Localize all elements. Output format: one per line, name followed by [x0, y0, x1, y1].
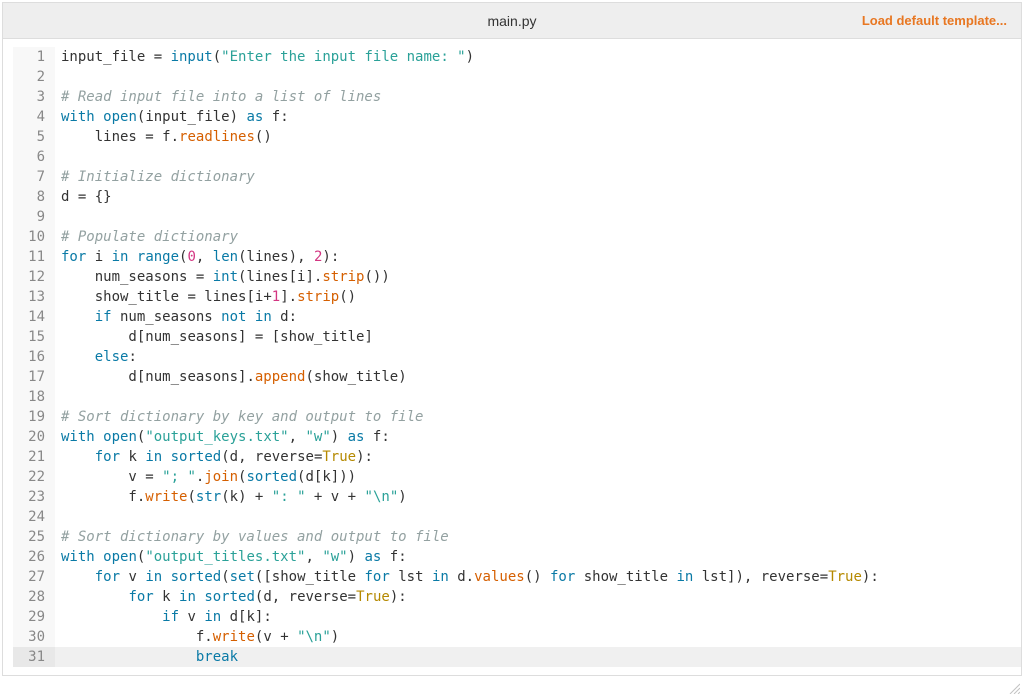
code-line[interactable]: 31 break: [13, 647, 1021, 667]
code-line[interactable]: 6: [13, 147, 1021, 167]
line-number: 11: [13, 247, 55, 267]
code-line[interactable]: 21 for k in sorted(d, reverse=True):: [13, 447, 1021, 467]
code-line[interactable]: 16 else:: [13, 347, 1021, 367]
code-content[interactable]: if num_seasons not in d:: [55, 307, 1021, 327]
code-content[interactable]: # Sort dictionary by values and output t…: [55, 527, 1021, 547]
code-content[interactable]: for i in range(0, len(lines), 2):: [55, 247, 1021, 267]
code-line[interactable]: 18: [13, 387, 1021, 407]
line-number: 8: [13, 187, 55, 207]
file-title: main.py: [487, 13, 536, 29]
code-content[interactable]: d = {}: [55, 187, 1021, 207]
editor-container: main.py Load default template... 1input_…: [2, 2, 1022, 676]
resize-handle-icon[interactable]: [1008, 682, 1020, 694]
code-line[interactable]: 20with open("output_keys.txt", "w") as f…: [13, 427, 1021, 447]
code-line[interactable]: 23 f.write(str(k) + ": " + v + "\n"): [13, 487, 1021, 507]
line-number: 4: [13, 107, 55, 127]
line-number: 25: [13, 527, 55, 547]
line-number: 31: [13, 647, 55, 667]
code-line[interactable]: 28 for k in sorted(d, reverse=True):: [13, 587, 1021, 607]
line-number: 7: [13, 167, 55, 187]
line-number: 22: [13, 467, 55, 487]
code-content[interactable]: # Initialize dictionary: [55, 167, 1021, 187]
code-content[interactable]: f.write(v + "\n"): [55, 627, 1021, 647]
line-number: 3: [13, 87, 55, 107]
code-line[interactable]: 27 for v in sorted(set([show_title for l…: [13, 567, 1021, 587]
code-line[interactable]: 12 num_seasons = int(lines[i].strip()): [13, 267, 1021, 287]
code-content[interactable]: # Populate dictionary: [55, 227, 1021, 247]
code-content[interactable]: # Sort dictionary by key and output to f…: [55, 407, 1021, 427]
line-number: 26: [13, 547, 55, 567]
code-line[interactable]: 17 d[num_seasons].append(show_title): [13, 367, 1021, 387]
line-number: 10: [13, 227, 55, 247]
code-content[interactable]: for k in sorted(d, reverse=True):: [55, 587, 1021, 607]
code-line[interactable]: 14 if num_seasons not in d:: [13, 307, 1021, 327]
line-number: 16: [13, 347, 55, 367]
line-number: 24: [13, 507, 55, 527]
code-line[interactable]: 30 f.write(v + "\n"): [13, 627, 1021, 647]
editor-body: 1input_file = input("Enter the input fil…: [3, 39, 1021, 675]
code-content[interactable]: num_seasons = int(lines[i].strip()): [55, 267, 1021, 287]
line-number: 27: [13, 567, 55, 587]
line-number: 28: [13, 587, 55, 607]
line-number: 5: [13, 127, 55, 147]
code-line[interactable]: 9: [13, 207, 1021, 227]
line-number: 20: [13, 427, 55, 447]
code-line[interactable]: 11for i in range(0, len(lines), 2):: [13, 247, 1021, 267]
code-content[interactable]: show_title = lines[i+1].strip(): [55, 287, 1021, 307]
code-content[interactable]: else:: [55, 347, 1021, 367]
code-line[interactable]: 25# Sort dictionary by values and output…: [13, 527, 1021, 547]
line-number: 30: [13, 627, 55, 647]
code-line[interactable]: 22 v = "; ".join(sorted(d[k])): [13, 467, 1021, 487]
code-content[interactable]: lines = f.readlines(): [55, 127, 1021, 147]
code-line[interactable]: 1input_file = input("Enter the input fil…: [13, 47, 1021, 67]
line-number: 21: [13, 447, 55, 467]
code-content[interactable]: for k in sorted(d, reverse=True):: [55, 447, 1021, 467]
line-number: 23: [13, 487, 55, 507]
line-number: 18: [13, 387, 55, 407]
editor-header: main.py Load default template...: [3, 3, 1021, 39]
code-content[interactable]: with open("output_keys.txt", "w") as f:: [55, 427, 1021, 447]
code-line[interactable]: 13 show_title = lines[i+1].strip(): [13, 287, 1021, 307]
code-content[interactable]: d[num_seasons] = [show_title]: [55, 327, 1021, 347]
code-line[interactable]: 26with open("output_titles.txt", "w") as…: [13, 547, 1021, 567]
code-content[interactable]: input_file = input("Enter the input file…: [55, 47, 1021, 67]
line-number: 19: [13, 407, 55, 427]
line-number: 15: [13, 327, 55, 347]
code-content[interactable]: v = "; ".join(sorted(d[k])): [55, 467, 1021, 487]
code-line[interactable]: 4with open(input_file) as f:: [13, 107, 1021, 127]
code-line[interactable]: 7# Initialize dictionary: [13, 167, 1021, 187]
line-number: 29: [13, 607, 55, 627]
line-number: 14: [13, 307, 55, 327]
line-number: 17: [13, 367, 55, 387]
code-content[interactable]: with open(input_file) as f:: [55, 107, 1021, 127]
line-number: 6: [13, 147, 55, 167]
code-content[interactable]: break: [55, 647, 1021, 667]
line-number: 13: [13, 287, 55, 307]
line-number: 1: [13, 47, 55, 67]
code-content[interactable]: f.write(str(k) + ": " + v + "\n"): [55, 487, 1021, 507]
line-number: 12: [13, 267, 55, 287]
load-default-template-link[interactable]: Load default template...: [862, 13, 1007, 28]
code-line[interactable]: 29 if v in d[k]:: [13, 607, 1021, 627]
code-content[interactable]: # Read input file into a list of lines: [55, 87, 1021, 107]
code-content[interactable]: d[num_seasons].append(show_title): [55, 367, 1021, 387]
code-line[interactable]: 2: [13, 67, 1021, 87]
code-line[interactable]: 10# Populate dictionary: [13, 227, 1021, 247]
code-line[interactable]: 5 lines = f.readlines(): [13, 127, 1021, 147]
code-line[interactable]: 15 d[num_seasons] = [show_title]: [13, 327, 1021, 347]
code-content[interactable]: for v in sorted(set([show_title for lst …: [55, 567, 1021, 587]
code-editor[interactable]: 1input_file = input("Enter the input fil…: [13, 47, 1021, 667]
code-line[interactable]: 8d = {}: [13, 187, 1021, 207]
code-line[interactable]: 19# Sort dictionary by key and output to…: [13, 407, 1021, 427]
code-content[interactable]: if v in d[k]:: [55, 607, 1021, 627]
code-line[interactable]: 3# Read input file into a list of lines: [13, 87, 1021, 107]
code-line[interactable]: 24: [13, 507, 1021, 527]
code-content[interactable]: with open("output_titles.txt", "w") as f…: [55, 547, 1021, 567]
line-number: 9: [13, 207, 55, 227]
line-number: 2: [13, 67, 55, 87]
